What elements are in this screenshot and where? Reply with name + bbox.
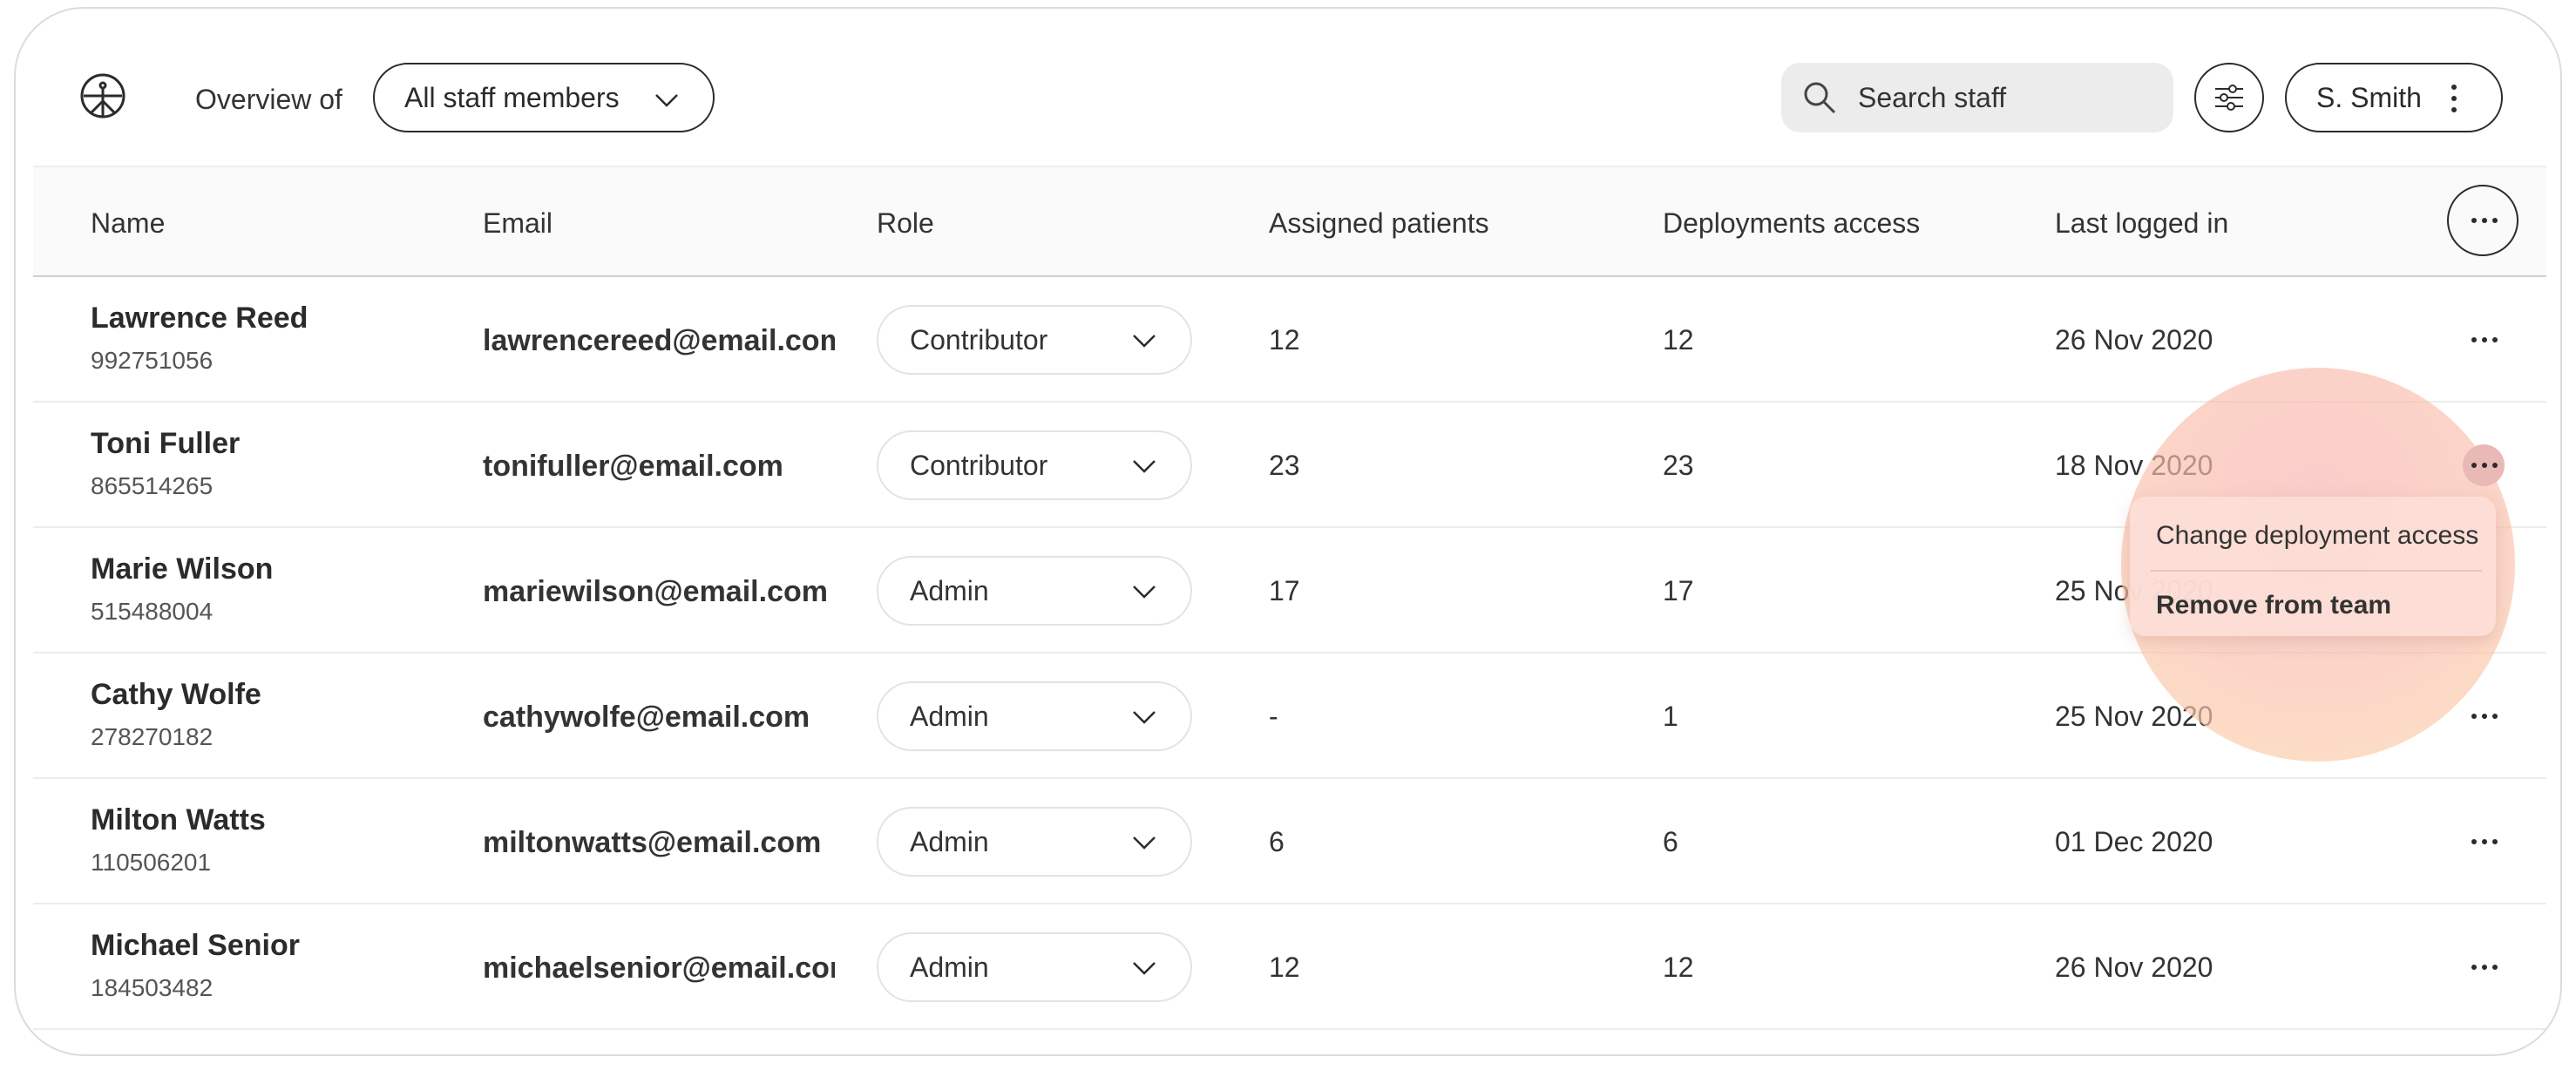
logo-icon[interactable] bbox=[78, 71, 127, 120]
assigned-patients: - bbox=[1269, 701, 1278, 732]
role-value: Admin bbox=[910, 825, 989, 857]
role-value: Contributor bbox=[910, 323, 1048, 356]
role-value: Admin bbox=[910, 951, 989, 983]
row-actions-button[interactable] bbox=[2463, 821, 2505, 863]
column-header-email[interactable]: Email bbox=[483, 207, 552, 240]
staff-scope-dropdown[interactable]: All staff members bbox=[373, 63, 715, 132]
assigned-patients: 17 bbox=[1269, 575, 1300, 606]
staff-name[interactable]: Toni Fuller bbox=[91, 427, 240, 461]
staff-id: 184503482 bbox=[91, 974, 214, 1001]
deployments-access: 6 bbox=[1663, 826, 1678, 857]
chevron-down-icon bbox=[1133, 837, 1156, 850]
assigned-patients: 12 bbox=[1269, 952, 1300, 983]
staff-id: 110506201 bbox=[91, 849, 212, 876]
role-value: Admin bbox=[910, 700, 989, 732]
role-dropdown[interactable]: Admin bbox=[877, 556, 1192, 626]
staff-email: mariewilson@email.com bbox=[483, 575, 828, 608]
row-actions-menu: Change deployment access Remove from tea… bbox=[2130, 497, 2496, 636]
user-menu-button[interactable]: S. Smith bbox=[2285, 63, 2503, 132]
row-actions-button[interactable] bbox=[2463, 695, 2505, 737]
deployments-access: 17 bbox=[1663, 575, 1694, 606]
row-actions-button[interactable] bbox=[2463, 946, 2505, 988]
staff-id: 278270182 bbox=[91, 723, 214, 750]
staff-name[interactable]: Cathy Wolfe bbox=[91, 678, 261, 712]
columns-menu-button[interactable] bbox=[2447, 185, 2518, 256]
column-header-name[interactable]: Name bbox=[91, 207, 165, 240]
table-row: Michael Senior 184503482 michaelsenior@e… bbox=[33, 904, 2546, 1030]
chevron-down-icon bbox=[1133, 962, 1156, 975]
row-actions-button-active[interactable] bbox=[2463, 444, 2505, 486]
staff-email: michaelsenior@email.com bbox=[483, 952, 835, 985]
staff-email: miltonwatts@email.com bbox=[483, 826, 822, 859]
staff-id: 992751056 bbox=[91, 347, 214, 374]
menu-divider bbox=[2151, 570, 2482, 572]
column-header-role[interactable]: Role bbox=[877, 207, 934, 240]
chevron-down-icon bbox=[655, 94, 678, 107]
more-horizontal-icon bbox=[2471, 218, 2498, 223]
chevron-down-icon bbox=[1133, 335, 1156, 348]
search-placeholder: Search staff bbox=[1858, 81, 2007, 113]
staff-name[interactable]: Milton Watts bbox=[91, 803, 266, 837]
assigned-patients: 23 bbox=[1269, 450, 1300, 481]
column-header-assigned-patients[interactable]: Assigned patients bbox=[1269, 207, 1489, 240]
staff-email: cathywolfe@email.com bbox=[483, 701, 810, 734]
column-header-last-logged-in[interactable]: Last logged in bbox=[2055, 207, 2228, 240]
table-row: Lawrence Reed 992751056 lawrencereed@ema… bbox=[33, 277, 2546, 403]
more-horizontal-icon bbox=[2471, 463, 2498, 468]
more-horizontal-icon bbox=[2471, 965, 2498, 970]
column-header-deployments-access[interactable]: Deployments access bbox=[1663, 207, 1920, 240]
deployments-access: 12 bbox=[1663, 952, 1694, 983]
chevron-down-icon bbox=[1133, 460, 1156, 473]
menu-item-remove-from-team[interactable]: Remove from team bbox=[2156, 591, 2391, 620]
filter-button[interactable] bbox=[2194, 63, 2264, 132]
table-row: Milton Watts 110506201 miltonwatts@email… bbox=[33, 779, 2546, 904]
staff-email: lawrencereed@email.com bbox=[483, 324, 835, 357]
more-vertical-icon bbox=[2451, 85, 2457, 112]
search-input[interactable]: Search staff bbox=[1781, 63, 2173, 132]
more-horizontal-icon bbox=[2471, 714, 2498, 719]
overview-label: Overview of bbox=[195, 84, 342, 115]
role-value: Contributor bbox=[910, 449, 1048, 481]
deployments-access: 12 bbox=[1663, 324, 1694, 356]
last-logged-in: 01 Dec 2020 bbox=[2055, 826, 2213, 857]
top-bar: Overview of All staff members Search sta… bbox=[16, 9, 2560, 166]
app-frame: Overview of All staff members Search sta… bbox=[14, 7, 2562, 1056]
row-actions-button[interactable] bbox=[2463, 319, 2505, 361]
last-logged-in: 26 Nov 2020 bbox=[2055, 324, 2213, 356]
role-dropdown[interactable]: Admin bbox=[877, 932, 1192, 1002]
staff-scope-value: All staff members bbox=[404, 81, 620, 113]
role-dropdown[interactable]: Contributor bbox=[877, 430, 1192, 500]
role-dropdown[interactable]: Contributor bbox=[877, 305, 1192, 375]
last-logged-in: 26 Nov 2020 bbox=[2055, 952, 2213, 983]
role-dropdown[interactable]: Admin bbox=[877, 807, 1192, 877]
role-dropdown[interactable]: Admin bbox=[877, 681, 1192, 751]
staff-email: tonifuller@email.com bbox=[483, 450, 783, 483]
staff-id: 865514265 bbox=[91, 472, 214, 499]
staff-name[interactable]: Michael Senior bbox=[91, 929, 300, 963]
search-icon bbox=[1804, 82, 1836, 114]
filter-sliders-icon bbox=[2215, 85, 2243, 111]
staff-name[interactable]: Lawrence Reed bbox=[91, 301, 308, 335]
deployments-access: 23 bbox=[1663, 450, 1694, 481]
deployments-access: 1 bbox=[1663, 701, 1678, 732]
more-horizontal-icon bbox=[2471, 839, 2498, 844]
chevron-down-icon bbox=[1133, 586, 1156, 599]
table-header: Name Email Role Assigned patients Deploy… bbox=[33, 166, 2546, 277]
assigned-patients: 12 bbox=[1269, 324, 1300, 356]
menu-item-change-deployment-access[interactable]: Change deployment access bbox=[2156, 521, 2478, 551]
staff-id: 515488004 bbox=[91, 598, 214, 625]
chevron-down-icon bbox=[1133, 711, 1156, 724]
more-horizontal-icon bbox=[2471, 337, 2498, 342]
role-value: Admin bbox=[910, 574, 989, 606]
assigned-patients: 6 bbox=[1269, 826, 1285, 857]
user-name: S. Smith bbox=[2316, 81, 2422, 113]
staff-name[interactable]: Marie Wilson bbox=[91, 552, 273, 586]
